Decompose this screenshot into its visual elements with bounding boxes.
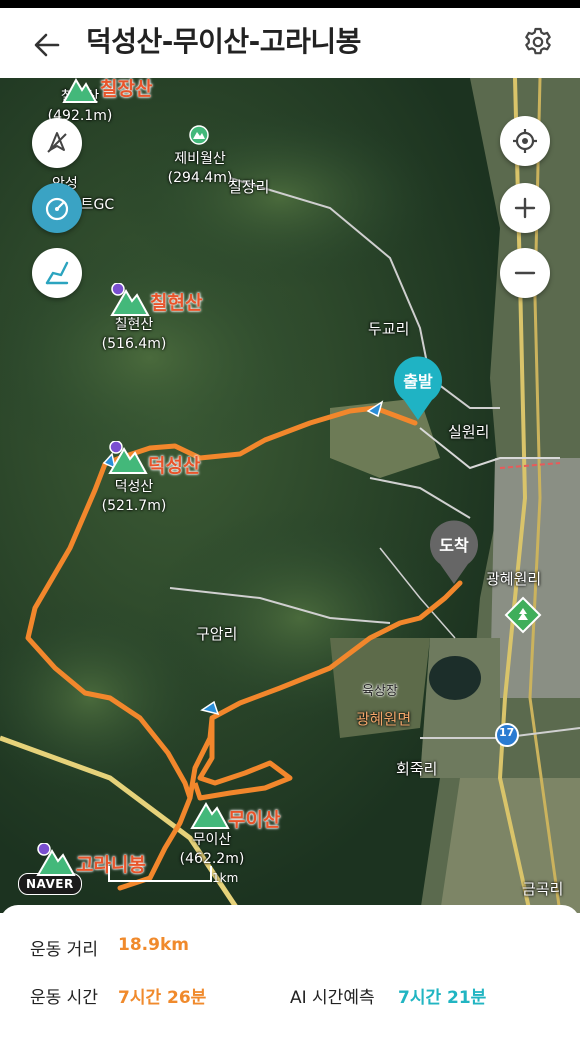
end-pin[interactable]: 도착 [426,518,482,586]
place-label: 육상장 [362,684,398,699]
mountain-marker-icon[interactable] [110,282,150,321]
place-label: 광혜원리 [486,570,542,588]
road-number: 17 [499,726,515,739]
mountain-marker-icon[interactable] [108,440,148,479]
stats-panel: 운동 거리 18.9km 운동 시간 7시간 26분 AI 시간예측 7시간 2… [0,905,580,1038]
start-pin[interactable]: 출발 [390,354,446,422]
back-arrow-icon[interactable] [30,28,64,62]
distance-label: 운동 거리 [30,940,98,960]
ai-label: AI 시간예측 [290,988,375,1008]
peak-elevation: 무이산 (462.2m) [179,832,245,867]
peak-name: 칠현산 [150,292,203,314]
district-label: 광혜원면 [356,710,412,728]
peak-elevation: 덕성산 (521.7m) [101,479,167,514]
locate-icon[interactable] [500,116,550,166]
place-label: 두교리 [368,320,410,338]
start-label: 출발 [403,372,433,391]
peak-name: 덕성산 [148,455,201,477]
mountain-marker-icon[interactable] [62,78,98,108]
ai-value: 7시간 21분 [398,988,487,1008]
trail-map[interactable]: 칠장산 칠장산 (492.1m) 칠현산 칠현산 (516.4m) 덕성산 덕성… [0,78,580,913]
gear-icon[interactable] [522,26,554,58]
place-label: 회죽리 [396,760,438,778]
mountain-marker-icon[interactable] [36,842,76,881]
app-header: 덕성산-무이산-고라니봉 [0,8,580,78]
place-label: 실원리 [448,423,490,441]
mountain-marker-icon[interactable] [188,124,210,150]
time-label: 운동 시간 [30,988,98,1008]
compass-off-icon[interactable] [32,118,82,168]
zoom-in-icon[interactable] [500,183,550,233]
place-label: 구암리 [196,625,238,643]
peak-elevation: 칠현산 (516.4m) [101,317,167,352]
place-label: 칠장리 [228,178,270,196]
zoom-out-icon[interactable] [500,248,550,298]
distance-value: 18.9km [118,935,189,955]
peak-name: 무이산 [228,809,281,831]
page-title: 덕성산-무이산-고라니봉 [86,25,361,58]
scale-label: 1km [212,871,239,885]
place-label: 금곡리 [522,880,564,898]
time-value: 7시간 26분 [118,988,207,1008]
end-label: 도착 [439,536,469,555]
status-bar [0,0,580,8]
scale-bar [108,866,212,882]
speedometer-icon[interactable] [32,183,82,233]
route-icon[interactable] [32,248,82,298]
mountain-marker-icon[interactable] [190,796,230,834]
